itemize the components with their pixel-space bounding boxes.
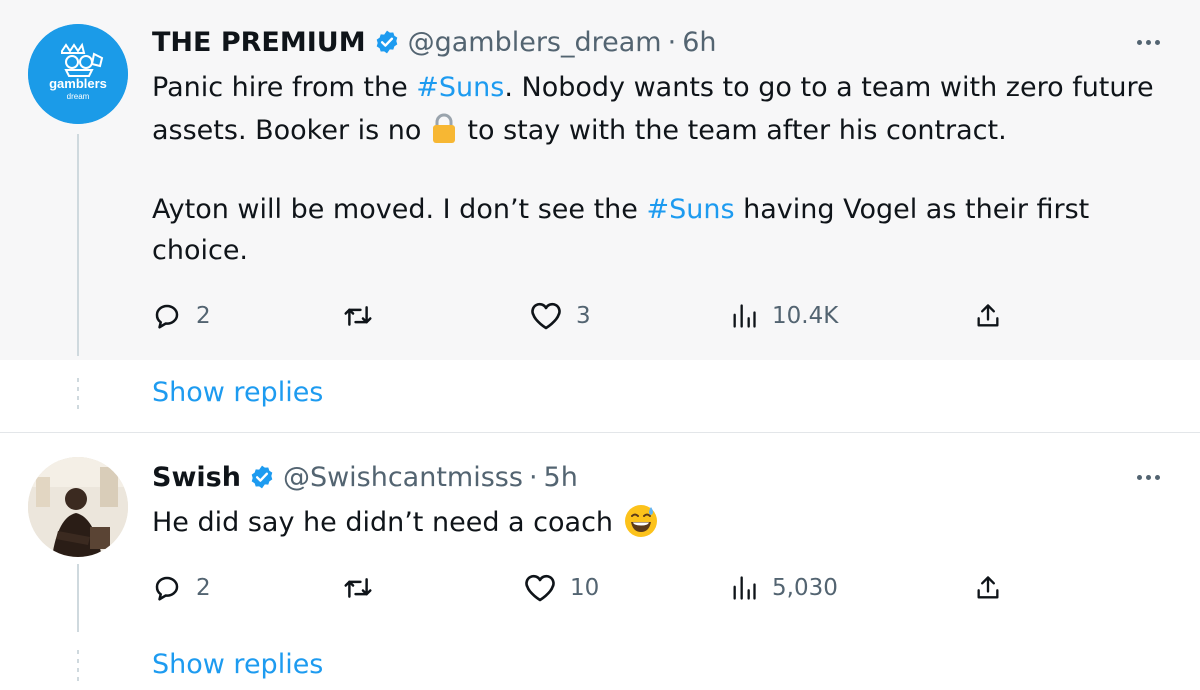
gamblers-dream-logo: gamblers dream: [28, 24, 128, 124]
more-options-icon[interactable]: [1137, 475, 1160, 480]
hashtag-link[interactable]: #Suns: [416, 72, 504, 103]
tweet-actions: 2 10 5,030: [152, 570, 1012, 606]
svg-text:dream: dream: [67, 92, 90, 101]
reply-button[interactable]: 2: [152, 570, 211, 606]
hashtag-link[interactable]: #Suns: [646, 194, 734, 225]
verified-badge-icon: [376, 30, 397, 54]
tweet-text-line: He did say he didn’t need a coach: [152, 502, 659, 543]
tweet-text-line: assets. Booker is no to stay with the te…: [152, 110, 1007, 151]
views-button[interactable]: 5,030: [730, 570, 838, 606]
share-button[interactable]: [974, 298, 1002, 334]
heart-icon: [525, 574, 555, 602]
tweet-text-line: Ayton will be moved. I don’t see the #Su…: [152, 194, 1090, 225]
display-name[interactable]: THE PREMIUM: [152, 27, 366, 58]
user-handle[interactable]: @gamblers_dream: [408, 27, 662, 58]
divider: [0, 432, 1200, 433]
share-icon: [977, 576, 999, 599]
heart-icon: [531, 302, 561, 330]
share-icon: [977, 304, 999, 327]
grinning-sweat-emoji: [625, 505, 658, 537]
user-handle[interactable]: @Swishcantmisss: [283, 462, 523, 493]
reply-count: 2: [196, 303, 211, 329]
thread-line: [77, 564, 79, 632]
lock-icon: [433, 113, 456, 143]
show-replies-link[interactable]: Show replies: [152, 649, 323, 680]
thread-dots: [75, 378, 81, 409]
view-count: 10.4K: [772, 303, 839, 329]
reply-icon: [155, 576, 179, 601]
tweet-text-line: choice.: [152, 235, 249, 266]
retweet-button[interactable]: [342, 570, 374, 606]
reply-button[interactable]: 2: [152, 298, 211, 334]
thread-dots: [75, 650, 81, 681]
like-button[interactable]: 3: [530, 298, 591, 334]
separator: ·: [667, 26, 677, 58]
reply-count: 2: [196, 575, 211, 601]
display-name[interactable]: Swish: [152, 462, 241, 493]
views-icon: [733, 576, 756, 600]
retweet-button[interactable]: [342, 298, 374, 334]
views-button[interactable]: 10.4K: [730, 298, 838, 334]
share-button[interactable]: [974, 570, 1002, 606]
tweet-actions: 2 3 10.4K: [152, 298, 1012, 334]
like-button[interactable]: 10: [524, 570, 599, 606]
separator: ·: [528, 461, 538, 493]
timestamp[interactable]: 6h: [682, 27, 716, 58]
reply-icon: [155, 304, 179, 329]
show-replies-link[interactable]: Show replies: [152, 377, 323, 408]
more-options-icon[interactable]: [1137, 40, 1160, 45]
retweet-icon: [344, 306, 372, 326]
thread-line: [77, 134, 79, 356]
view-count: 5,030: [772, 575, 838, 601]
avatar[interactable]: gamblers dream: [28, 24, 128, 124]
like-count: 10: [570, 575, 600, 601]
verified-badge-icon: [251, 465, 273, 489]
views-icon: [733, 304, 756, 328]
user-photo: [28, 457, 128, 557]
retweet-icon: [344, 578, 372, 598]
tweet-text-line: Panic hire from the #Suns. Nobody wants …: [152, 72, 1154, 103]
svg-text:gamblers: gamblers: [49, 76, 107, 91]
like-count: 3: [576, 303, 591, 329]
avatar[interactable]: [28, 457, 128, 557]
timestamp[interactable]: 5h: [544, 462, 578, 493]
tweet-header: Swish @Swishcantmisss · 5h: [152, 457, 578, 497]
tweet-header: THE PREMIUM @gamblers_dream · 6h: [152, 22, 717, 62]
